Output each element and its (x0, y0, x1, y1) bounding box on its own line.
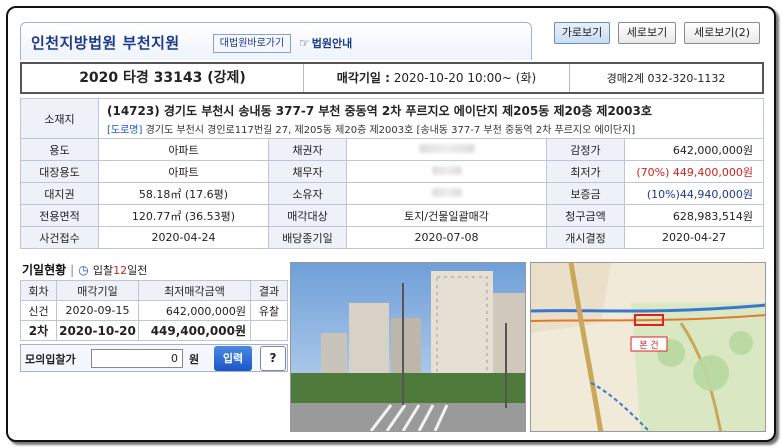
auction-card: 인천지방법원 부천지원 대법원바로가기 ☞ 법원안내 가로보기 세로보기 세로보기… (6, 6, 776, 442)
days-left: 입찰12일전 (92, 264, 148, 277)
table-row: 2차 2020-10-20 449,400,000원 (20, 320, 288, 341)
enter-bid-button[interactable]: 입력 (214, 346, 252, 371)
exclusive-area-label: 전용면적 (20, 204, 99, 227)
dividend-deadline-value: 2020-07-08 (346, 226, 547, 249)
sale-target-label: 매각대상 (268, 204, 347, 227)
sale-date: 매각기일 : 2020-10-20 10:00~ (화) (304, 64, 570, 92)
case-bar: 2020 타경 33143 (강제) 매각기일 : 2020-10-20 10:… (20, 62, 764, 94)
address-road: [도로명] 경기도 부천시 경인로117번길 27, 제205동 제20층 제2… (107, 124, 636, 136)
map-target-tag: 본 건 (639, 340, 658, 351)
court-tab: 인천지방법원 부천지원 대법원바로가기 ☞ 법원안내 (20, 22, 532, 60)
property-photo[interactable] (290, 262, 526, 432)
mock-bid-unit: 원 (189, 353, 200, 366)
address-cell: (14723) 경기도 부천시 송내동 377-7 부천 중동역 2차 푸르지오… (98, 98, 764, 139)
history-table: 회차 매각기일 최저매각금액 결과 신건 2020-09-15 642,000,… (20, 280, 288, 341)
case-receipt-value: 2020-04-24 (98, 226, 269, 249)
minimum-price-value: (70%) 449,400,000원 (624, 160, 764, 183)
debtor-value (346, 160, 547, 183)
debtor-label: 채무자 (268, 160, 347, 183)
deposit-label: 보증금 (546, 182, 625, 205)
commencement-value: 2020-04-27 (624, 226, 764, 249)
land-right-value: 58.18㎡ (17.6평) (98, 182, 269, 205)
appraisal-label: 감정가 (546, 138, 625, 161)
case-number: 2020 타경 33143 (강제) (22, 64, 304, 92)
minimum-price-label: 최저가 (546, 160, 625, 183)
table-row: 용도 아파트 채권자 감정가 642,000,000원 (20, 138, 764, 161)
clock-icon: ◷ (78, 263, 89, 277)
table-row: 대지권 58.18㎡ (17.6평) 소유자 보증금 (10%)44,940,0… (20, 182, 764, 205)
redacted-mask (418, 144, 475, 153)
table-row: 대장용도 아파트 채무자 최저가 (70%) 449,400,000원 (20, 160, 764, 183)
owner-label: 소유자 (268, 182, 347, 205)
supreme-court-link[interactable]: 대법원바로가기 (213, 34, 291, 53)
exclusive-area-value: 120.77㎡ (36.53평) (98, 204, 269, 227)
vertical-view-2-button[interactable]: 세로보기(2) (684, 22, 760, 44)
creditor-label: 채권자 (268, 138, 347, 161)
owner-value (346, 182, 547, 205)
table-row: 사건접수 2020-04-24 배당종기일 2020-07-08 개시결정 20… (20, 226, 764, 249)
header: 인천지방법원 부천지원 대법원바로가기 ☞ 법원안내 가로보기 세로보기 세로보기… (18, 18, 766, 62)
claim-amount-label: 청구금액 (546, 204, 625, 227)
mock-bid-label: 모의입찰가 (25, 353, 76, 366)
address-main: (14723) 경기도 부천시 송내동 377-7 부천 중동역 2차 푸르지오… (107, 103, 652, 118)
apartment-photo-image (291, 263, 525, 431)
dividend-deadline-label: 배당종기일 (268, 226, 347, 249)
help-button[interactable]: ? (260, 346, 286, 371)
commencement-label: 개시결정 (546, 226, 625, 249)
history-title: 기일현황 | ◷ 입찰12일전 (22, 263, 148, 277)
usage-label: 용도 (20, 138, 99, 161)
usage-value: 아파트 (98, 138, 269, 161)
creditor-value (346, 138, 547, 161)
case-contact: 경매2계 032-320-1132 (606, 72, 726, 85)
table-row: 전용면적 120.77㎡ (36.53평) 매각대상 토지/건물일괄매각 청구금… (20, 204, 764, 227)
pointing-hand-icon: ☞ (299, 36, 310, 50)
case-receipt-label: 사건접수 (20, 226, 99, 249)
appraisal-value: 642,000,000원 (624, 138, 764, 161)
address-row: 소재지 (14723) 경기도 부천시 송내동 377-7 부천 중동역 2차 … (20, 98, 764, 139)
deposit-value: (10%)44,940,000원 (624, 182, 764, 205)
location-map[interactable]: 본 건 (530, 262, 766, 432)
court-title: 인천지방법원 부천지원 (31, 34, 180, 52)
land-right-label: 대지권 (20, 182, 99, 205)
table-row: 신건 2020-09-15 642,000,000원 유찰 (20, 300, 288, 321)
horizontal-view-button[interactable]: 가로보기 (554, 22, 610, 44)
redacted-mask (431, 188, 462, 197)
property-table: 소재지 (14723) 경기도 부천시 송내동 377-7 부천 중동역 2차 … (20, 98, 764, 249)
map-image: 본 건 (531, 263, 765, 431)
table-row: 회차 매각기일 최저매각금액 결과 (20, 280, 288, 301)
ledger-usage-label: 대장용도 (20, 160, 99, 183)
vertical-view-button[interactable]: 세로보기 (618, 22, 676, 44)
claim-amount-value: 628,983,514원 (624, 204, 764, 227)
address-label: 소재지 (20, 98, 99, 139)
ledger-usage-value: 아파트 (98, 160, 269, 183)
sale-target-value: 토지/건물일괄매각 (346, 204, 547, 227)
court-guide-link[interactable]: ☞ 법원안내 (299, 34, 369, 53)
redacted-mask (431, 166, 462, 175)
mock-bid-input[interactable]: 0 (91, 349, 183, 368)
